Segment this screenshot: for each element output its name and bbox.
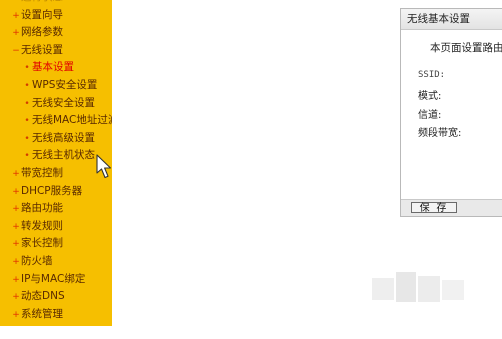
expand-plus-icon: + bbox=[12, 221, 20, 232]
sidebar-item-label: IP与MAC绑定 bbox=[21, 272, 86, 285]
sidebar-item-label: 防火墙 bbox=[21, 254, 53, 267]
expand-plus-icon: + bbox=[12, 10, 20, 21]
sidebar-item-7-mac[interactable]: • 无线MAC地址过滤 bbox=[0, 112, 112, 130]
intro-text: 本页面设置路由器 bbox=[430, 42, 502, 54]
sidebar-item-1[interactable]: +设置向导 bbox=[0, 7, 112, 25]
bullet-dot-icon: • bbox=[24, 98, 30, 109]
expand-plus-icon: + bbox=[12, 309, 20, 320]
sidebar-item-label: 无线高级设置 bbox=[32, 131, 95, 144]
sidebar-item-label: 无线MAC地址过滤 bbox=[32, 114, 112, 127]
sidebar-item-label: 设置向导 bbox=[21, 8, 63, 21]
sidebar-item-15[interactable]: +防火墙 bbox=[0, 253, 112, 271]
bullet-dot-icon: • bbox=[24, 151, 30, 162]
panel-button-bar: 保 存 bbox=[401, 199, 502, 216]
sidebar-item-0[interactable]: +运行状态 bbox=[0, 0, 112, 7]
mouse-cursor-icon bbox=[96, 154, 112, 179]
sidebar-item-label: 家长控制 bbox=[21, 237, 63, 250]
sidebar-item-label: 无线安全设置 bbox=[32, 96, 95, 109]
sidebar-item-18[interactable]: +系统管理 bbox=[0, 306, 112, 324]
sidebar-item-5-wps[interactable]: • WPS安全设置 bbox=[0, 77, 112, 95]
panel-title: 无线基本设置 bbox=[401, 9, 502, 30]
sidebar-item-17-dns[interactable]: +动态DNS bbox=[0, 288, 112, 306]
sidebar-item-8[interactable]: • 无线高级设置 bbox=[0, 130, 112, 148]
expand-plus-icon: + bbox=[12, 204, 20, 215]
sidebar-item-11-dhcp[interactable]: +DHCP服务器 bbox=[0, 183, 112, 201]
sidebar-item-label: WPS安全设置 bbox=[32, 78, 98, 91]
sidebar-item-label: 动态DNS bbox=[21, 290, 65, 303]
blurred-watermark bbox=[372, 268, 468, 314]
sidebar-item-label: 无线主机状态 bbox=[32, 149, 95, 162]
sidebar-item-12[interactable]: +路由功能 bbox=[0, 200, 112, 218]
sidebar-item-4[interactable]: • 基本设置 bbox=[0, 59, 112, 77]
channel-label: 信道: bbox=[418, 110, 442, 121]
expand-plus-icon: + bbox=[12, 292, 20, 303]
ssid-label: SSID: bbox=[418, 70, 446, 80]
bandwidth-label: 频段带宽: bbox=[418, 128, 462, 139]
sidebar-item-label: 带宽控制 bbox=[21, 166, 63, 179]
expand-plus-icon: + bbox=[12, 28, 20, 39]
bullet-dot-icon: • bbox=[24, 63, 30, 74]
sidebar-item-label: 运行状态 bbox=[21, 0, 63, 3]
collapse-minus-icon: − bbox=[12, 45, 20, 56]
mode-label: 模式: bbox=[418, 91, 442, 102]
sidebar-item-16-ip-mac[interactable]: +IP与MAC绑定 bbox=[0, 271, 112, 289]
expand-plus-icon: + bbox=[12, 239, 20, 250]
expand-plus-icon: + bbox=[12, 186, 20, 197]
sidebar-item-label: 路由功能 bbox=[21, 202, 63, 215]
sidebar-item-label: 基本设置 bbox=[32, 61, 74, 74]
expand-plus-icon: + bbox=[11, 0, 21, 8]
sidebar-item-label: 系统管理 bbox=[21, 307, 63, 320]
sidebar-item-3[interactable]: −无线设置 bbox=[0, 42, 112, 60]
bullet-dot-icon: • bbox=[24, 80, 30, 91]
sidebar-item-6[interactable]: • 无线安全设置 bbox=[0, 95, 112, 113]
sidebar-item-14[interactable]: +家长控制 bbox=[0, 235, 112, 253]
expand-plus-icon: + bbox=[12, 274, 20, 285]
sidebar-item-label: 转发规则 bbox=[21, 219, 63, 232]
expand-plus-icon: + bbox=[12, 168, 20, 179]
sidebar-item-label: 网络参数 bbox=[21, 26, 63, 39]
sidebar-item-13[interactable]: +转发规则 bbox=[0, 218, 112, 236]
sidebar-item-label: DHCP服务器 bbox=[21, 184, 83, 197]
sidebar-item-2[interactable]: +网络参数 bbox=[0, 24, 112, 42]
save-button[interactable]: 保 存 bbox=[411, 202, 457, 214]
sidebar-item-label: 无线设置 bbox=[21, 43, 63, 56]
wireless-basic-settings-panel: 无线基本设置 本页面设置路由器 SSID: 模式: 信道: 频段带宽: 保 存 bbox=[400, 8, 502, 217]
expand-plus-icon: + bbox=[12, 256, 20, 267]
bullet-dot-icon: • bbox=[24, 133, 30, 144]
bullet-dot-icon: • bbox=[24, 116, 30, 127]
